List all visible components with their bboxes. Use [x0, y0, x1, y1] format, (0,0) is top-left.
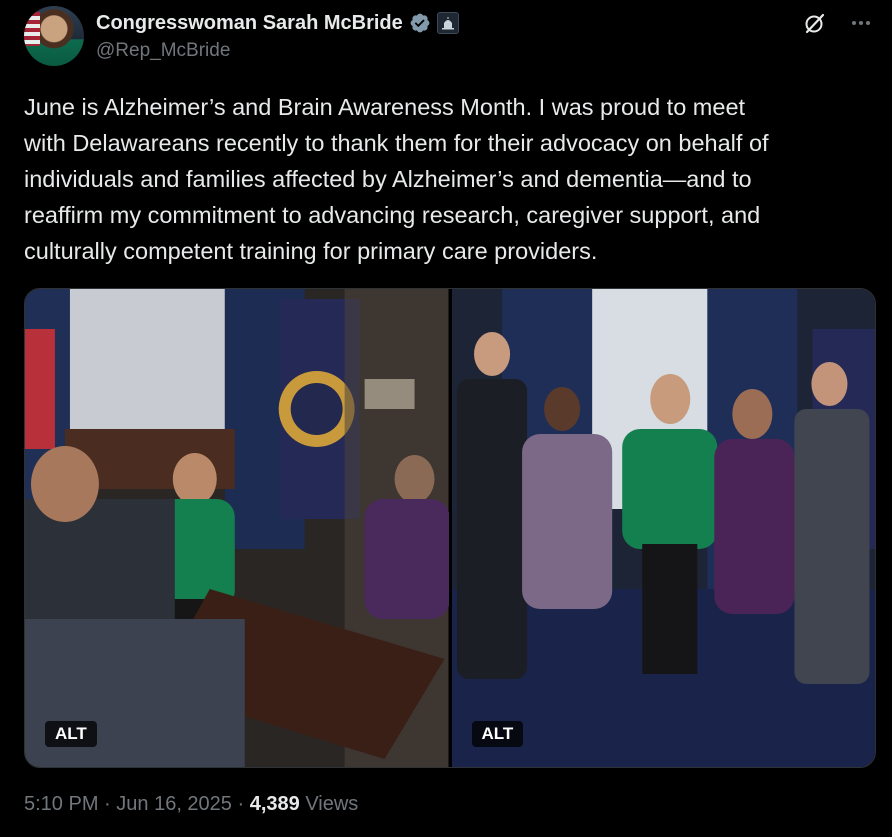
photo-left[interactable]: ALT [25, 289, 449, 767]
more-icon[interactable] [848, 10, 874, 36]
avatar[interactable] [24, 6, 84, 66]
alt-badge[interactable]: ALT [45, 721, 97, 747]
author-handle[interactable]: @Rep_McBride [96, 40, 230, 62]
author-name-row: Congresswoman Sarah McBride [96, 9, 459, 37]
photo-left-image [25, 289, 449, 767]
verified-badge-icon[interactable] [409, 12, 431, 34]
tweet-header: Congresswoman Sarah McBride @Rep_McBride [24, 4, 874, 70]
tweet-text: June is Alzheimer’s and Brain Awareness … [24, 94, 769, 264]
capitol-badge-icon[interactable] [436, 12, 459, 34]
photo-right-image [451, 289, 875, 767]
alt-badge[interactable]: ALT [471, 721, 524, 747]
views-label: Views [299, 793, 359, 815]
grok-icon[interactable] [802, 10, 828, 36]
meta-separator: · [231, 793, 250, 815]
top-actions [802, 10, 874, 36]
photo-right[interactable]: ALT [451, 289, 875, 767]
meta-separator: · [98, 793, 117, 815]
views-count: 4,389 [249, 793, 300, 815]
author-name[interactable]: Congresswoman Sarah McBride [96, 12, 403, 35]
post-date[interactable]: Jun 16, 2025 [116, 793, 232, 815]
post-time[interactable]: 5:10 PM [24, 793, 98, 815]
media-grid: ALT ALT [24, 288, 876, 768]
tweet-meta: 5:10 PM · Jun 16, 2025 · 4,389 Views [24, 793, 358, 816]
